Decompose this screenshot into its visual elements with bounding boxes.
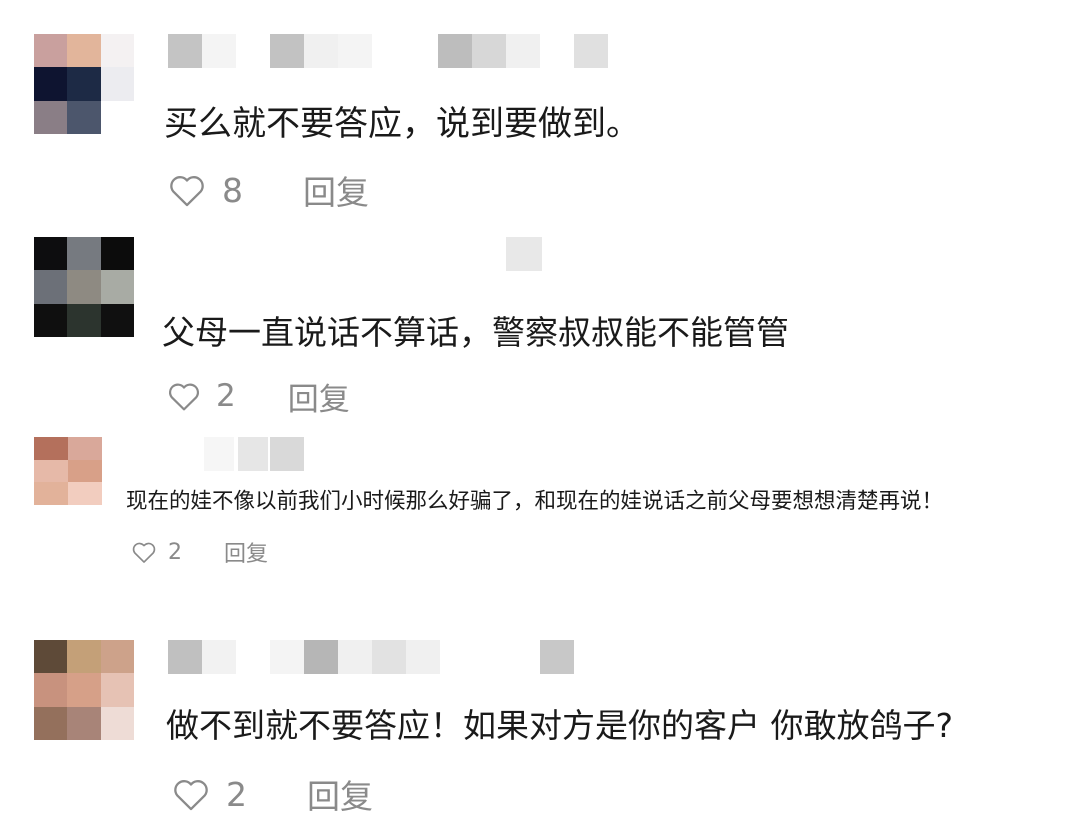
avatar-pixel — [100, 270, 134, 304]
avatar-pixel — [100, 67, 134, 101]
avatar-pixel — [100, 303, 134, 337]
comment-actions: 8 回复 — [166, 166, 369, 214]
username-pixel — [238, 437, 268, 471]
like-button[interactable]: 2 — [170, 775, 247, 814]
username-pixel — [406, 640, 440, 674]
username-pixel — [202, 34, 236, 68]
avatar-pixel — [100, 706, 134, 740]
reply-button[interactable]: 回复 — [307, 770, 373, 818]
reply-button[interactable]: 回复 — [303, 166, 369, 214]
username-pixel — [338, 34, 372, 68]
username-pixel — [506, 34, 540, 68]
avatar-pixel — [34, 640, 68, 674]
username-pixel — [204, 437, 234, 471]
username-pixel — [270, 437, 304, 471]
username-pixel — [338, 640, 372, 674]
heart-icon — [169, 383, 199, 411]
reply-button[interactable]: 回复 — [288, 374, 350, 419]
username-pixel — [168, 640, 202, 674]
avatar-pixel — [34, 270, 68, 304]
heart-icon — [170, 176, 204, 207]
avatar-pixel — [34, 67, 68, 101]
like-count: 8 — [222, 170, 243, 210]
avatar-pixel — [67, 706, 101, 740]
comment-text: 现在的娃不像以前我们小时候那么好骗了，和现在的娃说话之前父母要想想清楚再说！ — [126, 489, 944, 514]
avatar-pixel — [34, 100, 68, 134]
avatar-pixel — [67, 67, 101, 101]
username-pixel — [540, 640, 574, 674]
avatar-pixel — [34, 706, 68, 740]
avatar-pixel — [67, 673, 101, 707]
comment-actions: 2 回复 — [170, 770, 373, 818]
like-button[interactable]: 8 — [166, 171, 243, 210]
avatar-pixel — [100, 640, 134, 674]
username-pixel — [304, 34, 338, 68]
avatar-pixel — [34, 482, 68, 505]
avatar-pixel — [100, 237, 134, 271]
username-pixel — [472, 34, 506, 68]
avatar-pixel — [34, 34, 68, 68]
avatar-pixel — [34, 303, 68, 337]
username-blurred[interactable] — [168, 34, 608, 68]
username-blurred[interactable] — [168, 640, 608, 674]
avatar-pixel — [67, 34, 101, 68]
avatar-pixel — [67, 270, 101, 304]
avatar[interactable] — [34, 437, 102, 505]
avatar-pixel — [100, 100, 134, 134]
comment-actions: 2 回复 — [130, 535, 268, 569]
like-button[interactable]: 2 — [166, 378, 236, 414]
like-count: 2 — [168, 539, 182, 565]
username-pixel — [304, 640, 338, 674]
like-button[interactable]: 2 — [130, 540, 182, 565]
username-pixel — [506, 237, 542, 271]
username-pixel — [168, 34, 202, 68]
avatar-pixel — [68, 482, 102, 505]
avatar-pixel — [68, 437, 102, 460]
comment-text: 买么就不要答应，说到要做到。 — [164, 104, 640, 144]
username-blurred[interactable] — [506, 237, 542, 271]
avatar-pixel — [100, 34, 134, 68]
avatar-pixel — [67, 640, 101, 674]
username-pixel — [372, 640, 406, 674]
avatar-pixel — [100, 673, 134, 707]
username-pixel — [270, 640, 304, 674]
heart-icon — [132, 542, 156, 563]
comment-text: 父母一直说话不算话，警察叔叔能不能管管 — [162, 313, 789, 352]
username-pixel — [270, 34, 304, 68]
avatar-pixel — [34, 237, 68, 271]
avatar[interactable] — [34, 640, 134, 740]
username-pixel — [438, 34, 472, 68]
like-count: 2 — [216, 378, 236, 414]
avatar-pixel — [67, 303, 101, 337]
username-blurred[interactable] — [204, 437, 304, 471]
comment-actions: 2 回复 — [166, 372, 350, 420]
avatar[interactable] — [34, 237, 134, 337]
comment-text: 做不到就不要答应！如果对方是你的客户 你敢放鸽子? — [166, 706, 954, 745]
avatar-pixel — [67, 237, 101, 271]
avatar[interactable] — [34, 34, 134, 134]
heart-icon — [174, 780, 208, 811]
avatar-pixel — [34, 459, 68, 483]
avatar-pixel — [34, 437, 68, 460]
avatar-pixel — [67, 100, 101, 134]
reply-button[interactable]: 回复 — [224, 536, 268, 568]
username-pixel — [202, 640, 236, 674]
username-pixel — [574, 34, 608, 68]
like-count: 2 — [226, 774, 247, 814]
avatar-pixel — [34, 673, 68, 707]
avatar-pixel — [68, 459, 102, 483]
